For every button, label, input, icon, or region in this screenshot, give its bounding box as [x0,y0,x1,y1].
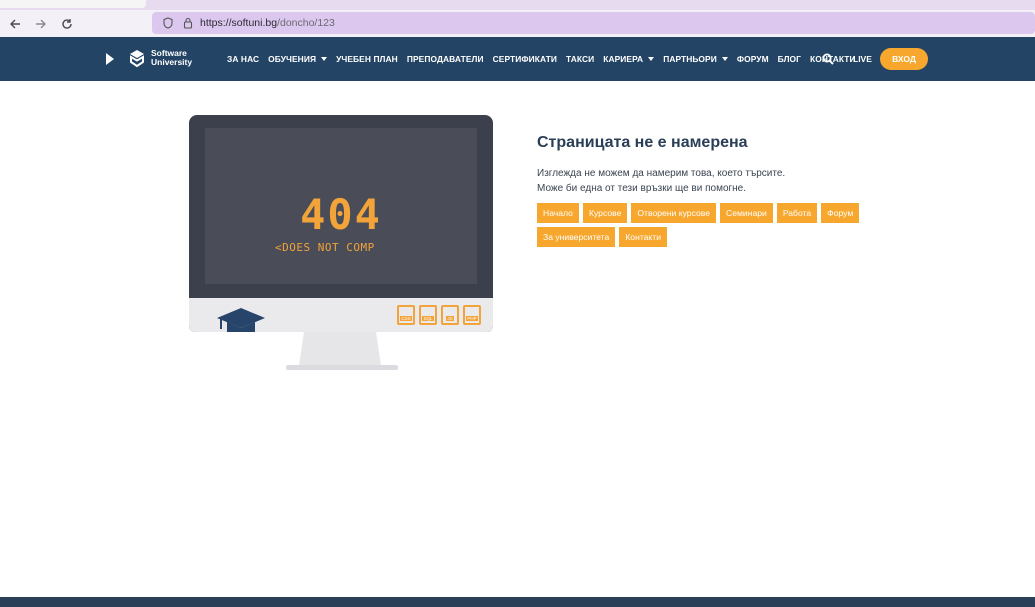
logo-icon [130,50,144,68]
nav-label: ПАРТНЬОРИ [663,54,717,64]
site-header: Software University ЗА НАС ОБУЧЕНИЯ УЧЕБ… [0,37,1035,81]
link-university[interactable]: За университета [537,227,616,247]
nav-item-partners[interactable]: ПАРТНЬОРИ [663,54,728,64]
nav-item-career[interactable]: КАРИЕРА [603,54,655,64]
link-contacts[interactable]: Контакти [619,227,668,247]
nav-label: БЛОГ [777,54,802,64]
link-jobs[interactable]: Работа [776,203,818,223]
description-line-2: Може би една от тези връзки ще ви помогн… [537,183,747,194]
link-open-courses[interactable]: Отворени курсове [631,203,716,223]
nav-item-blog[interactable]: БЛОГ [778,54,801,64]
search-icon[interactable] [822,52,834,70]
suggested-links: Начало Курсове Отворени курсове Семинари… [537,203,882,247]
monitor-base [286,365,398,370]
nav-label: ЗА НАС [227,54,260,64]
error-code: 404 [300,190,382,239]
live-link[interactable]: LIVE [853,54,872,64]
browser-toolbar: https://softuni.bg/doncho/123 [0,10,1035,37]
site-footer [0,597,1035,607]
nav-item-fees[interactable]: ТАКСИ [566,54,594,64]
main-nav: ЗА НАС ОБУЧЕНИЯ УЧЕБЕН ПЛАН ПРЕПОДАВАТЕЛ… [227,37,865,81]
link-seminars[interactable]: Семинари [720,203,773,223]
file-type-label: JS [446,316,454,321]
php-file-icon: PHP [463,305,481,325]
logo-text: Software University [151,49,192,67]
reload-icon[interactable] [56,13,78,35]
link-forum[interactable]: Форум [821,203,860,223]
sql-file-icon: SQL [419,305,437,325]
back-icon[interactable] [4,13,26,35]
nav-label: ФОРУМ [736,54,769,64]
url-text: https://softuni.bg/doncho/123 [200,17,335,29]
nav-label: КАРИЕРА [603,54,644,64]
monitor-stand [299,332,381,366]
nav-item-forum[interactable]: ФОРУМ [737,54,769,64]
file-type-label: PHP [466,316,478,321]
nav-item-curriculum[interactable]: УЧЕБЕН ПЛАН [336,54,398,64]
address-bar[interactable]: https://softuni.bg/doncho/123 [152,12,1035,34]
description-line-1: Изглежда не можем да намерим това, което… [537,168,786,179]
login-button[interactable]: ВХОД [880,48,928,70]
monitor-chin: CSS SQL JS PHP [189,298,493,332]
monitor-illustration: 404 <DOES NOT COMP CSS SQL JS PHP [189,115,493,332]
nav-label: СЕРТИФИКАТИ [492,54,558,64]
nav-label: ТАКСИ [566,54,595,64]
nav-item-about[interactable]: ЗА НАС [227,54,259,64]
nav-label: ПРЕПОДАВАТЕЛИ [406,54,484,64]
file-type-icons: CSS SQL JS PHP [397,305,481,325]
error-subtext: <DOES NOT COMP [275,241,375,254]
site-logo[interactable]: Software University [127,48,192,68]
js-file-icon: JS [441,305,459,325]
page-title: Страницата не е намерена [537,134,748,151]
file-type-label: SQL [422,316,434,321]
forward-icon[interactable] [30,13,52,35]
url-host: https://softuni.bg [200,17,278,29]
logo-line-2: University [151,57,193,67]
caret-down-icon [321,57,328,61]
caret-down-icon [721,57,728,61]
nav-label: ОБУЧЕНИЯ [268,54,317,64]
monitor-screen: 404 <DOES NOT COMP [205,128,477,284]
css-file-icon: CSS [397,305,415,325]
play-icon[interactable] [106,53,114,65]
caret-down-icon [648,57,655,61]
page-description: Изглежда не можем да намерим това, което… [537,166,785,196]
browser-tabstrip [0,0,1035,10]
nav-item-trainings[interactable]: ОБУЧЕНИЯ [268,54,328,64]
file-type-label: CSS [400,316,412,321]
lock-icon[interactable] [180,15,196,31]
link-home[interactable]: Начало [537,203,579,223]
browser-tab[interactable] [0,0,146,8]
nav-item-teachers[interactable]: ПРЕПОДАВАТЕЛИ [407,54,484,64]
shield-icon[interactable] [160,15,176,31]
url-path: /doncho/123 [277,17,335,29]
nav-item-certificates[interactable]: СЕРТИФИКАТИ [493,54,557,64]
graduation-cap-icon [217,308,265,332]
nav-label: УЧЕБЕН ПЛАН [336,54,398,64]
link-courses[interactable]: Курсове [582,203,628,223]
